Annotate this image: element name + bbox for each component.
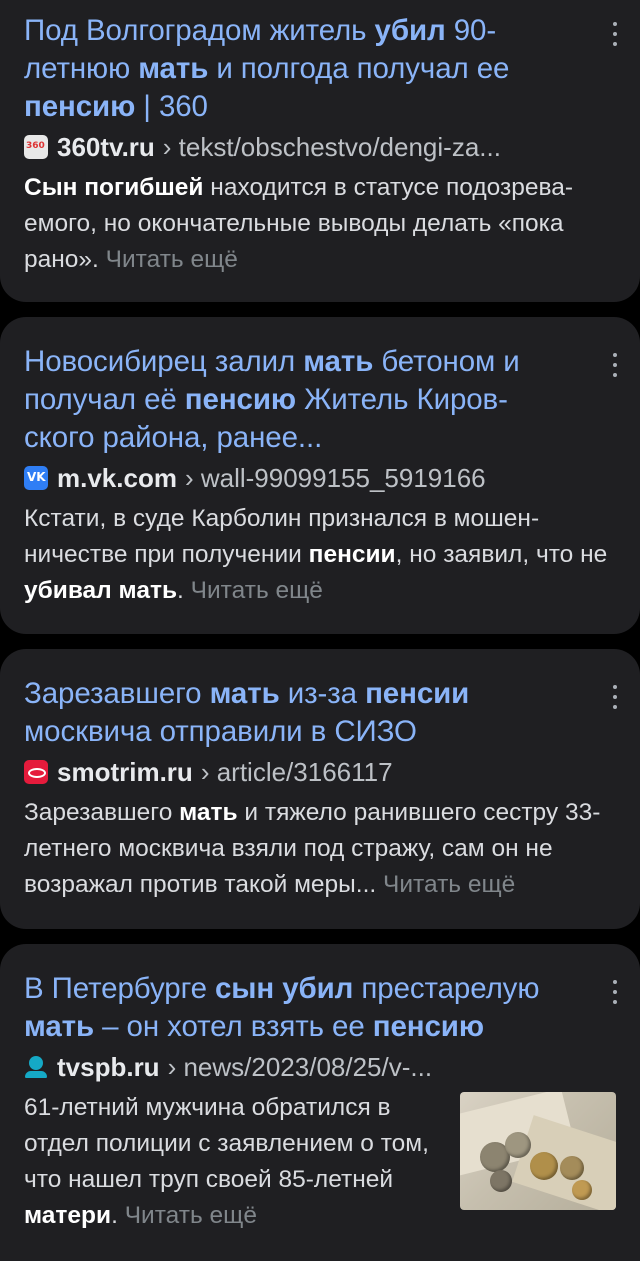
text-fragment: и полгода получал ее: [208, 52, 510, 85]
text-fragment: престарелую: [353, 972, 540, 1005]
smotrim-icon: [24, 760, 48, 784]
result-domain: tvspb.ru: [57, 1051, 160, 1082]
text-fragment: Под Волгоградом житель: [24, 14, 375, 47]
text-fragment: Зарезавшего: [24, 799, 180, 826]
result-card: Зарезавшего мать из-за пенсии москвича о…: [0, 649, 640, 929]
360tv-icon: [24, 135, 48, 159]
highlighted-keyword: пенсии: [365, 677, 470, 710]
more-vert-icon[interactable]: [612, 685, 618, 709]
more-vert-icon[interactable]: [612, 980, 618, 1004]
result-title-link[interactable]: Зарезавшего мать из-за пенсии москвича о…: [24, 675, 616, 751]
highlighted-keyword: матери: [24, 1202, 112, 1229]
text-fragment: Зарезавшего: [24, 677, 210, 710]
result-snippet: 61-летний мужчина обратился в отдел поли…: [24, 1090, 434, 1234]
result-snippet: Кстати, в суде Карболин признался в моше…: [24, 501, 616, 609]
result-domain: m.vk.com: [57, 462, 177, 493]
text-fragment: москвича отправили в СИЗО: [24, 715, 417, 748]
more-vert-icon[interactable]: [612, 22, 618, 46]
text-fragment: , но заявил, что не: [395, 541, 608, 568]
highlighted-keyword: мать: [209, 677, 280, 710]
result-snippet: Зарезавшего мать и тяжело ранившего сест…: [24, 795, 616, 903]
highlighted-keyword: убил: [374, 14, 446, 47]
highlighted-keyword: Сын погибшей: [24, 174, 204, 201]
read-more-link[interactable]: Читать ещё: [191, 577, 323, 604]
text-fragment: В Петербурге: [24, 972, 215, 1005]
result-card: Под Волгоградом житель убил 90-летнюю ма…: [0, 0, 640, 302]
result-domain: smotrim.ru: [57, 756, 193, 787]
highlighted-keyword: мать: [24, 1010, 95, 1043]
highlighted-keyword: пенсии: [308, 541, 396, 568]
text-fragment: из-за: [279, 677, 366, 710]
text-fragment: Новосибирец залил: [24, 345, 304, 378]
result-path: › news/2023/08/25/v-...: [167, 1051, 433, 1082]
result-source[interactable]: m.vk.com › wall-99099155_5919166: [24, 461, 616, 495]
text-fragment: | 360: [135, 90, 208, 123]
tvspb-icon: [24, 1055, 48, 1079]
coins-and-banknotes-image[interactable]: [460, 1092, 616, 1210]
result-source[interactable]: 360tv.ru › tekst/obschestvo/dengi-za...: [24, 130, 616, 164]
text-fragment: 61-летний мужчина обратился в отдел поли…: [24, 1094, 429, 1193]
read-more-link[interactable]: Читать ещё: [383, 871, 515, 898]
more-vert-icon[interactable]: [612, 353, 618, 377]
result-path: › tekst/obschestvo/dengi-za...: [162, 131, 501, 162]
text-fragment: .: [177, 577, 191, 604]
result-path: › article/3166117: [200, 756, 393, 787]
result-path: › wall-99099155_5919166: [184, 462, 486, 493]
result-card: В Петербурге сын убил престарелую мать –…: [0, 944, 640, 1261]
highlighted-keyword: мать: [138, 52, 209, 85]
highlighted-keyword: мать: [179, 799, 238, 826]
read-more-link[interactable]: Читать ещё: [125, 1202, 257, 1229]
result-title-link[interactable]: Новосибирец залил мать бетоном и получал…: [24, 343, 616, 457]
highlighted-keyword: убивал мать: [24, 577, 178, 604]
result-card: Новосибирец залил мать бетоном и получал…: [0, 317, 640, 634]
highlighted-keyword: пенсию: [24, 90, 136, 123]
highlighted-keyword: пенсию: [184, 383, 296, 416]
text-fragment: – он хотел взять ее: [94, 1010, 373, 1043]
result-snippet: Сын погибшей находится в статусе подозре…: [24, 170, 616, 278]
result-title-link[interactable]: Под Волгоградом житель убил 90-летнюю ма…: [24, 12, 616, 126]
result-source[interactable]: tvspb.ru › news/2023/08/25/v-...: [24, 1050, 616, 1084]
highlighted-keyword: мать: [303, 345, 374, 378]
highlighted-keyword: сын убил: [214, 972, 354, 1005]
read-more-link[interactable]: Читать ещё: [106, 246, 238, 273]
result-domain: 360tv.ru: [57, 131, 155, 162]
result-source[interactable]: smotrim.ru › article/3166117: [24, 755, 616, 789]
text-fragment: .: [111, 1202, 125, 1229]
vk-icon: [24, 466, 48, 490]
highlighted-keyword: пенсию: [372, 1010, 484, 1043]
result-title-link[interactable]: В Петербурге сын убил престарелую мать –…: [24, 970, 616, 1046]
